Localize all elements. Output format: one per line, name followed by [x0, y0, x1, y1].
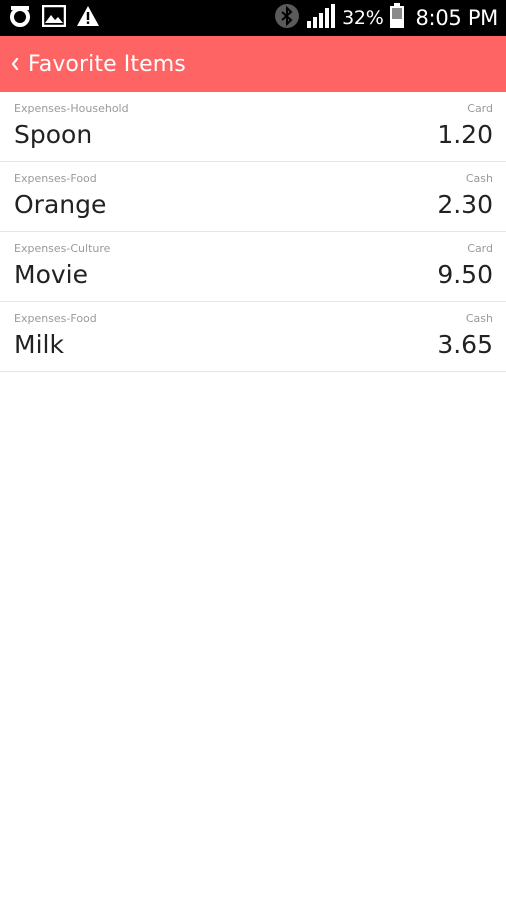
- back-button[interactable]: [0, 36, 28, 92]
- item-name: Milk: [14, 330, 64, 359]
- list-item[interactable]: Expenses-Household Card Spoon 1.20: [0, 92, 506, 162]
- list-item[interactable]: Expenses-Culture Card Movie 9.50: [0, 232, 506, 302]
- item-payment-method: Cash: [465, 172, 493, 185]
- item-amount: 3.65: [437, 330, 493, 359]
- item-category: Expenses-Food: [14, 172, 97, 185]
- item-name: Spoon: [14, 120, 93, 149]
- item-category: Expenses-Household: [14, 102, 129, 115]
- list-item[interactable]: Expenses-Food Cash Orange 2.30: [0, 162, 506, 232]
- item-payment-method: Card: [467, 242, 493, 255]
- item-category: Expenses-Food: [14, 312, 97, 325]
- clock: 8:05 PM: [415, 6, 498, 30]
- item-name: Orange: [14, 190, 107, 219]
- item-name: Movie: [14, 260, 88, 289]
- image-icon: [41, 4, 67, 31]
- list-item[interactable]: Expenses-Food Cash Milk 3.65: [0, 302, 506, 372]
- item-payment-method: Card: [467, 102, 493, 115]
- item-payment-method: Cash: [465, 312, 493, 325]
- page-title: Favorite Items: [28, 51, 186, 77]
- battery-icon: [389, 3, 405, 33]
- favorite-items-list: Expenses-Household Card Spoon 1.20 Expen…: [0, 92, 506, 372]
- item-amount: 1.20: [437, 120, 493, 149]
- status-bar: 32% 8:05 PM: [0, 0, 506, 36]
- item-category: Expenses-Culture: [14, 242, 111, 255]
- battery-percent: 32%: [342, 7, 384, 29]
- item-amount: 2.30: [437, 190, 493, 219]
- signal-icon: [306, 3, 336, 33]
- bluetooth-icon: [274, 3, 300, 33]
- chevron-left-icon: [10, 57, 20, 71]
- item-amount: 9.50: [437, 260, 493, 289]
- app-o-icon: [8, 4, 32, 32]
- app-bar: Favorite Items: [0, 36, 506, 92]
- warning-icon: [76, 5, 100, 31]
